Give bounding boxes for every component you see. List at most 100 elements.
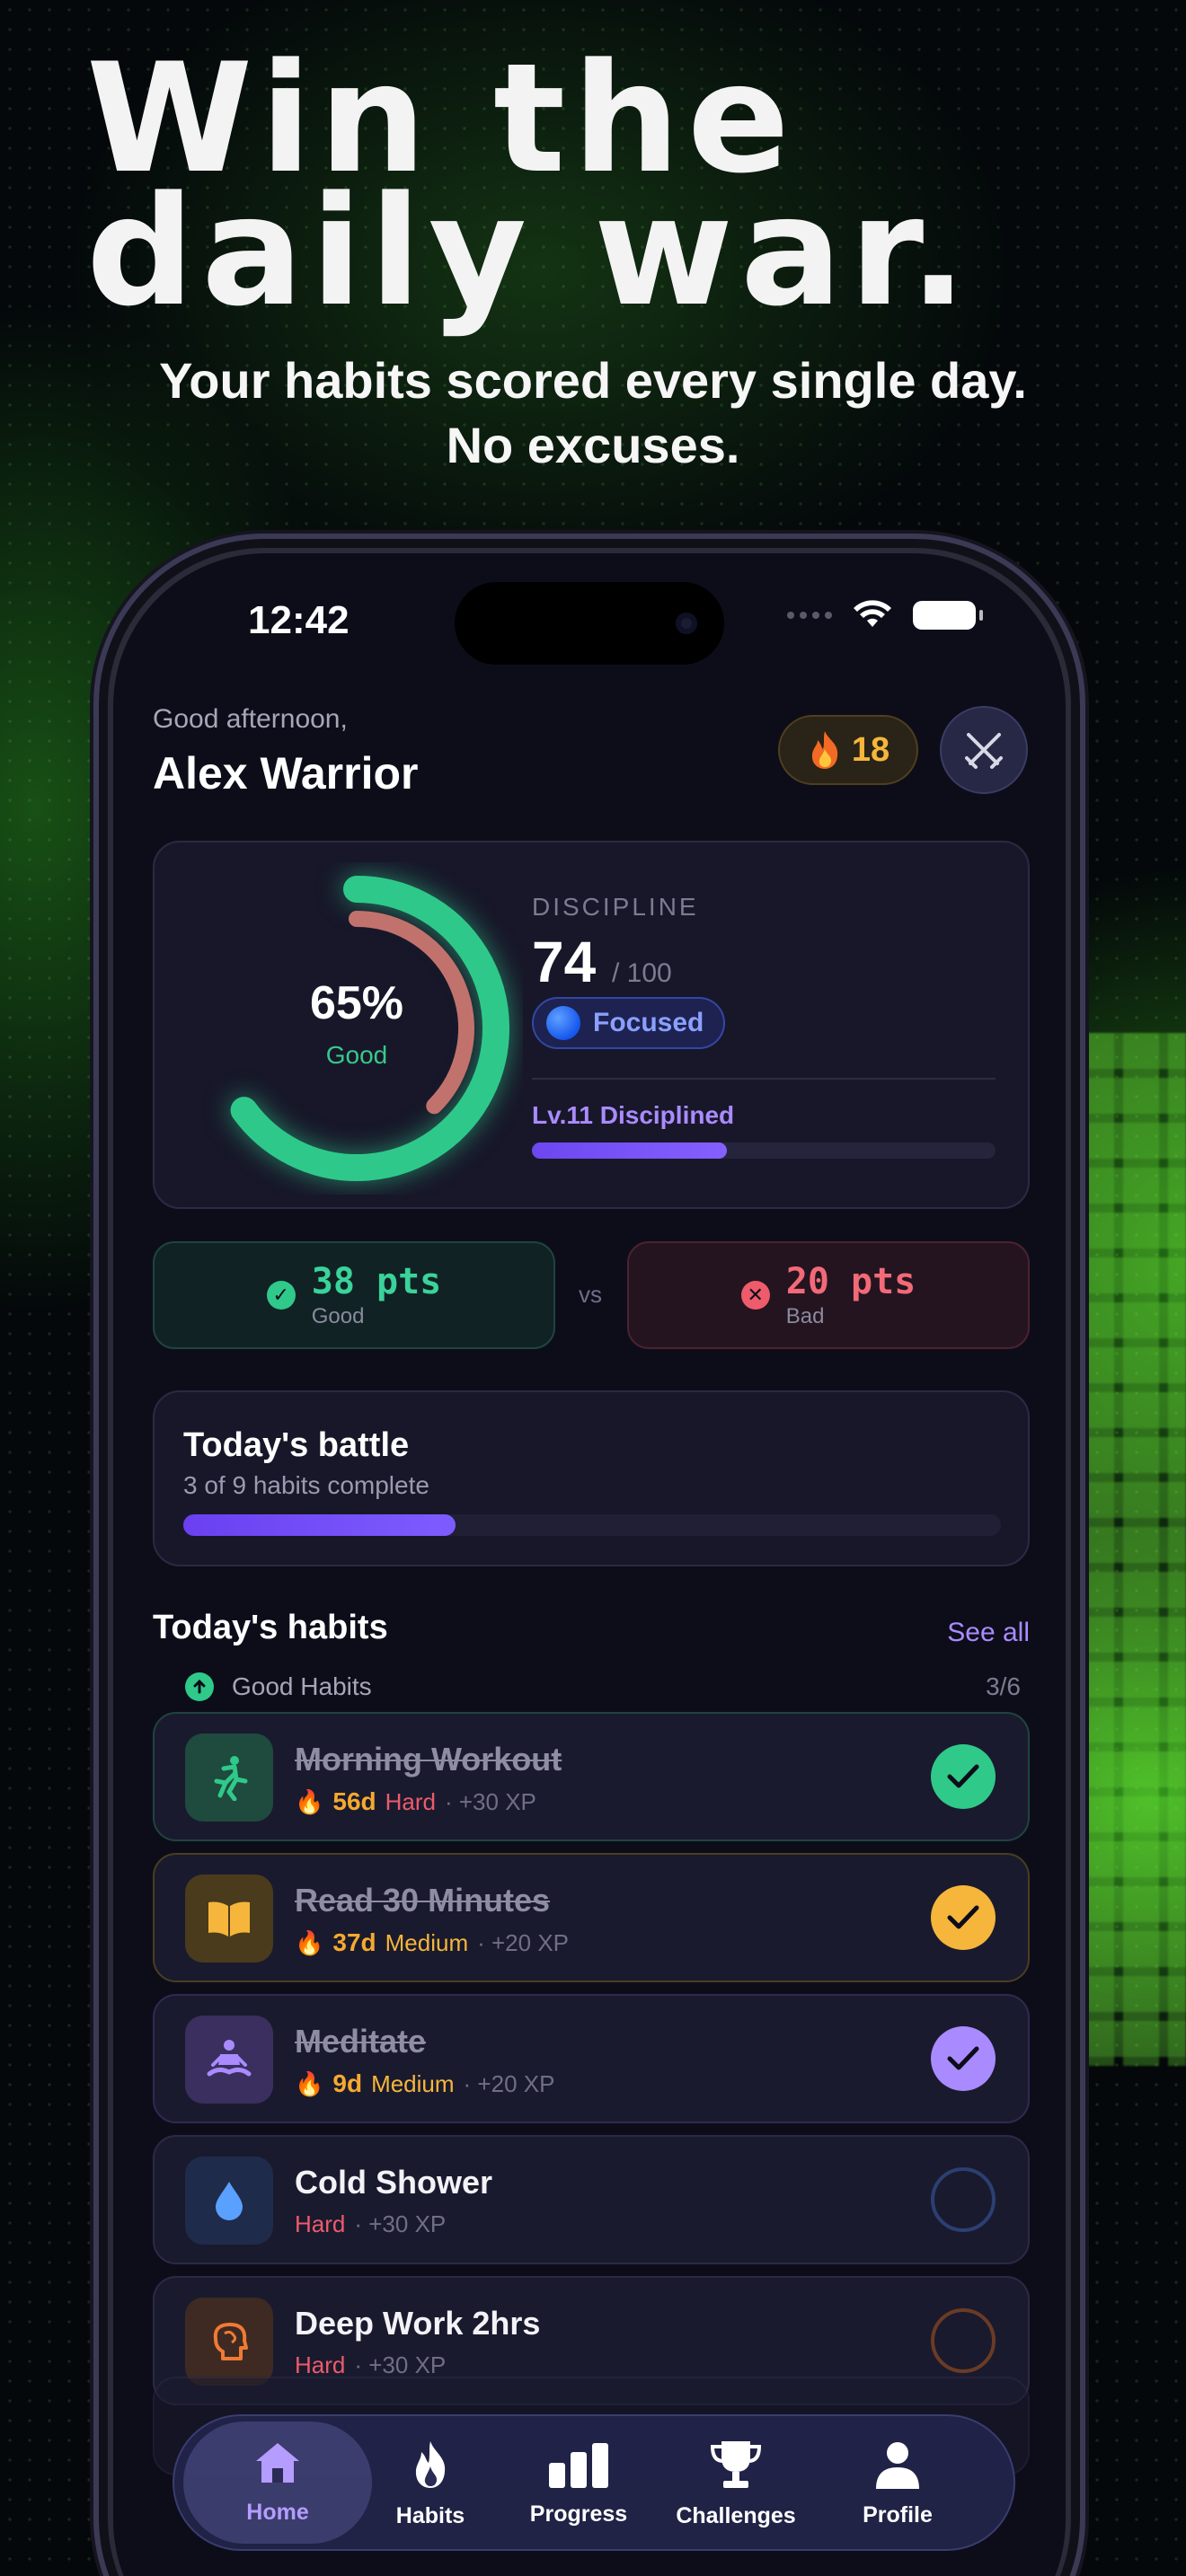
habit-name: Deep Work 2hrs bbox=[295, 2305, 541, 2342]
level-progress-bar bbox=[532, 1142, 996, 1159]
good-points-value: 38 pts bbox=[311, 1261, 442, 1302]
habit-card[interactable]: Read 30 Minutes 🔥 37d Medium · +20 XP bbox=[153, 1853, 1030, 1982]
fire-icon: 🔥 bbox=[295, 2069, 324, 2097]
running-icon bbox=[185, 1734, 273, 1822]
habit-card[interactable]: Meditate 🔥 9d Medium · +20 XP bbox=[153, 1994, 1030, 2123]
habit-streak: 37d bbox=[332, 1928, 376, 1956]
ring-percent: 65% bbox=[309, 977, 404, 1029]
battle-subtitle: 3 of 9 habits complete bbox=[183, 1471, 429, 1499]
check-circle-icon: ✓ bbox=[266, 1281, 296, 1310]
empty-check-circle[interactable] bbox=[931, 2308, 996, 2373]
bar-chart-icon bbox=[547, 2441, 610, 2494]
habit-xp: · +30 XP bbox=[444, 1787, 536, 1815]
signal-icon bbox=[787, 612, 832, 619]
habit-card[interactable]: Morning Workout 🔥 56d Hard · +30 XP bbox=[153, 1712, 1030, 1841]
greeting-text: Good afternoon, bbox=[153, 704, 348, 734]
tab-label: Progress bbox=[529, 2501, 628, 2527]
battle-progress-bar bbox=[183, 1514, 1001, 1536]
discipline-label: DISCIPLINE bbox=[532, 893, 699, 921]
checkmark-icon[interactable] bbox=[931, 2026, 996, 2091]
water-drop-icon bbox=[185, 2157, 273, 2245]
battery-icon bbox=[913, 601, 983, 630]
level-progress-fill bbox=[532, 1142, 727, 1159]
streak-count: 18 bbox=[851, 730, 890, 769]
habit-meta: 🔥 37d Medium · +20 XP bbox=[295, 1928, 569, 1957]
orb-icon bbox=[546, 1006, 580, 1040]
fire-icon bbox=[811, 731, 838, 769]
subhead-line-1: Your habits scored every single day. bbox=[159, 352, 1027, 409]
habit-meta: Hard · +30 XP bbox=[295, 2210, 446, 2238]
tab-label: Profile bbox=[863, 2502, 933, 2527]
habit-meta: Hard · +30 XP bbox=[295, 2351, 446, 2379]
habit-xp: · +20 XP bbox=[477, 1928, 570, 1956]
good-points-label: Good bbox=[311, 1304, 365, 1328]
see-all-link[interactable]: See all bbox=[947, 1618, 1030, 1648]
habit-difficulty: Medium bbox=[385, 1928, 469, 1956]
battle-title: Today's battle bbox=[183, 1426, 410, 1464]
bad-points-value: 20 pts bbox=[785, 1261, 916, 1302]
habit-xp: · +30 XP bbox=[354, 2210, 447, 2237]
wifi-icon bbox=[854, 600, 891, 627]
checkmark-icon[interactable] bbox=[931, 1885, 996, 1950]
habit-streak: 9d bbox=[332, 2069, 363, 2097]
battle-mode-button[interactable] bbox=[940, 706, 1028, 794]
fire-icon: 🔥 bbox=[295, 1787, 324, 1815]
habit-difficulty: Hard bbox=[385, 1787, 436, 1815]
habit-difficulty: Medium bbox=[371, 2069, 455, 2097]
group-label: Good Habits bbox=[232, 1672, 372, 1700]
trophy-icon bbox=[709, 2439, 763, 2496]
status-time: 12:42 bbox=[248, 598, 350, 642]
tab-challenges[interactable]: Challenges bbox=[655, 2416, 817, 2553]
habit-xp: · +30 XP bbox=[354, 2351, 447, 2378]
state-badge: Focused bbox=[532, 997, 726, 1049]
habit-name: Read 30 Minutes bbox=[295, 1882, 551, 1919]
brain-icon bbox=[185, 2298, 273, 2386]
empty-check-circle[interactable] bbox=[931, 2167, 996, 2232]
habit-streak: 56d bbox=[332, 1787, 376, 1815]
tab-habits[interactable]: Habits bbox=[350, 2416, 511, 2553]
tab-label: Home bbox=[246, 2500, 309, 2525]
tab-label: Habits bbox=[395, 2503, 465, 2528]
checkmark-icon[interactable] bbox=[931, 1744, 996, 1809]
background-grid bbox=[1078, 1033, 1186, 2066]
dynamic-island bbox=[455, 582, 724, 665]
subhead-line-2: No excuses. bbox=[446, 417, 740, 473]
habit-difficulty: Hard bbox=[295, 2351, 346, 2378]
camera-icon bbox=[676, 613, 697, 634]
discipline-card: 65% Good DISCIPLINE 74 / 100 Focused Lv.… bbox=[153, 841, 1030, 1209]
habits-section-title: Today's habits bbox=[153, 1609, 388, 1646]
marketing-subheadline: Your habits scored every single day. No … bbox=[0, 348, 1186, 478]
phone-screen: 12:42 Good afternoon, Alex Warrior 18 65… bbox=[113, 553, 1066, 2576]
tab-home[interactable]: Home bbox=[183, 2422, 372, 2544]
home-icon bbox=[251, 2439, 305, 2492]
tab-profile[interactable]: Profile bbox=[817, 2416, 978, 2553]
status-icons bbox=[787, 600, 983, 631]
score-value: 74 bbox=[532, 930, 597, 994]
habit-name: Morning Workout bbox=[295, 1741, 562, 1778]
habit-meta: 🔥 9d Medium · +20 XP bbox=[295, 2069, 554, 2098]
user-name: Alex Warrior bbox=[153, 748, 419, 798]
discipline-score: 74 / 100 bbox=[532, 929, 672, 995]
habit-card[interactable]: Cold Shower Hard · +30 XP bbox=[153, 2135, 1030, 2264]
bad-points-card: ✕ 20 pts Bad bbox=[627, 1241, 1030, 1349]
meditate-icon bbox=[185, 2016, 273, 2104]
group-count: 3/6 bbox=[986, 1672, 1021, 1700]
person-icon bbox=[874, 2440, 921, 2495]
habit-meta: 🔥 56d Hard · +30 XP bbox=[295, 1787, 536, 1816]
tab-progress[interactable]: Progress bbox=[498, 2416, 659, 2553]
greeting: Good afternoon, Alex Warrior bbox=[153, 704, 418, 799]
habit-difficulty: Hard bbox=[295, 2210, 346, 2237]
divider bbox=[532, 1078, 996, 1080]
ring-label: Good bbox=[325, 1041, 388, 1069]
book-icon bbox=[185, 1875, 273, 1963]
arrow-up-icon bbox=[185, 1672, 214, 1701]
level-label: Lv.11 Disciplined bbox=[532, 1101, 735, 1129]
streak-badge[interactable]: 18 bbox=[778, 715, 918, 785]
habit-xp: · +20 XP bbox=[463, 2069, 555, 2097]
ring-center: 65% Good bbox=[190, 862, 523, 1195]
battle-progress-fill bbox=[183, 1514, 456, 1536]
crossed-swords-icon bbox=[965, 733, 1003, 769]
todays-battle-card[interactable]: Today's battle 3 of 9 habits complete bbox=[153, 1390, 1030, 1566]
headline-line-2: daily war. bbox=[86, 163, 975, 340]
fire-icon: 🔥 bbox=[295, 1928, 324, 1956]
